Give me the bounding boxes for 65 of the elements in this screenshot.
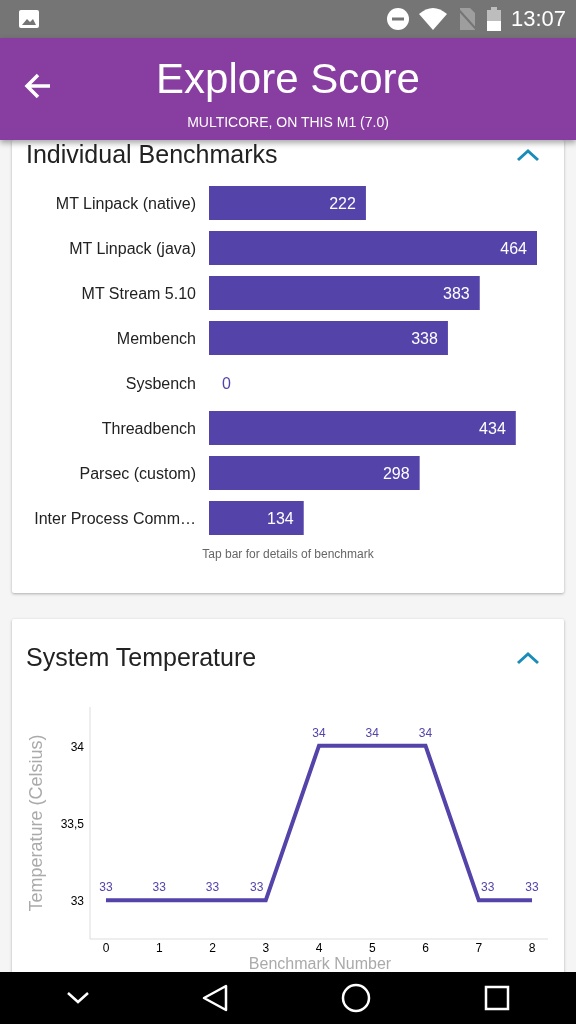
y-tick-label: 33 bbox=[70, 894, 84, 909]
home-button[interactable] bbox=[340, 983, 371, 1013]
score-bar[interactable] bbox=[209, 456, 420, 490]
back-arrow-icon bbox=[24, 72, 52, 100]
score-value: 434 bbox=[479, 420, 506, 437]
recents-button[interactable] bbox=[483, 985, 510, 1011]
back-button[interactable] bbox=[201, 984, 228, 1012]
point-value: 33 bbox=[250, 880, 264, 895]
point-value: 34 bbox=[365, 725, 379, 740]
benchmark-label: Threadbench bbox=[101, 420, 196, 437]
score-value: 134 bbox=[267, 510, 294, 527]
chart-caption: Tap bar for details of benchmark bbox=[202, 547, 374, 561]
x-tick-label: 5 bbox=[368, 941, 376, 955]
y-tick-label: 33,5 bbox=[60, 817, 84, 831]
x-tick-label: 3 bbox=[262, 941, 270, 955]
x-tick-label: 0 bbox=[102, 941, 110, 955]
point-value: 34 bbox=[418, 725, 433, 740]
page-subtitle: MULTICORE, ON THIS M1 (7.0) bbox=[187, 114, 389, 130]
wifi-icon bbox=[418, 8, 447, 30]
chevron-up-icon bbox=[516, 147, 540, 162]
card-title: System Temperature bbox=[26, 643, 258, 672]
chevron-down-icon bbox=[66, 992, 89, 1004]
card-title: Individual Benchmarks bbox=[26, 140, 279, 169]
point-value: 33 bbox=[481, 880, 495, 895]
benchmark-label: Parsec (custom) bbox=[79, 465, 196, 482]
clock-time: 13:07 bbox=[510, 6, 566, 32]
battery-icon bbox=[486, 7, 501, 31]
point-value: 34 bbox=[312, 725, 326, 740]
do-not-disturb-icon bbox=[386, 8, 409, 30]
point-value: 33 bbox=[99, 880, 113, 895]
point-value: 33 bbox=[152, 880, 166, 895]
score-bar[interactable] bbox=[209, 501, 304, 535]
score-value: 0 bbox=[222, 375, 231, 392]
home-circle-icon bbox=[340, 983, 371, 1013]
benchmark-label: Membench bbox=[116, 330, 196, 347]
x-tick-label: 4 bbox=[315, 941, 323, 955]
x-axis-title: Benchmark Number bbox=[248, 955, 392, 972]
x-tick-label: 7 bbox=[475, 941, 483, 955]
y-tick-label: 34 bbox=[70, 739, 84, 754]
benchmark-label: MT Linpack (native) bbox=[55, 195, 196, 212]
x-tick-label: 8 bbox=[528, 941, 536, 955]
square-icon bbox=[483, 985, 510, 1011]
benchmark-label: Inter Process Comm… bbox=[34, 510, 196, 527]
back-triangle-icon bbox=[201, 984, 228, 1012]
score-value: 464 bbox=[500, 240, 527, 257]
benchmark-label: MT Linpack (java) bbox=[69, 240, 196, 257]
point-value: 33 bbox=[205, 880, 220, 895]
score-value: 338 bbox=[411, 330, 438, 347]
score-value: 298 bbox=[382, 465, 410, 482]
collapse-button[interactable] bbox=[516, 650, 540, 665]
benchmark-label: MT Stream 5.10 bbox=[81, 285, 196, 302]
collapse-button[interactable] bbox=[516, 147, 540, 162]
image-icon bbox=[18, 9, 40, 29]
chevron-up-icon bbox=[516, 650, 540, 665]
score-value: 222 bbox=[329, 195, 356, 212]
y-axis-title: Temperature (Celsius) bbox=[26, 734, 46, 912]
x-tick-label: 6 bbox=[422, 941, 429, 955]
point-value: 33 bbox=[525, 880, 539, 895]
hide-keyboard-button[interactable] bbox=[66, 992, 89, 1004]
benchmark-label: Sysbench bbox=[125, 375, 196, 392]
score-bar[interactable] bbox=[209, 186, 366, 220]
page-title: Explore Score bbox=[156, 54, 420, 104]
x-tick-label: 2 bbox=[209, 941, 216, 955]
x-tick-label: 1 bbox=[155, 941, 163, 955]
score-value: 383 bbox=[443, 285, 470, 302]
